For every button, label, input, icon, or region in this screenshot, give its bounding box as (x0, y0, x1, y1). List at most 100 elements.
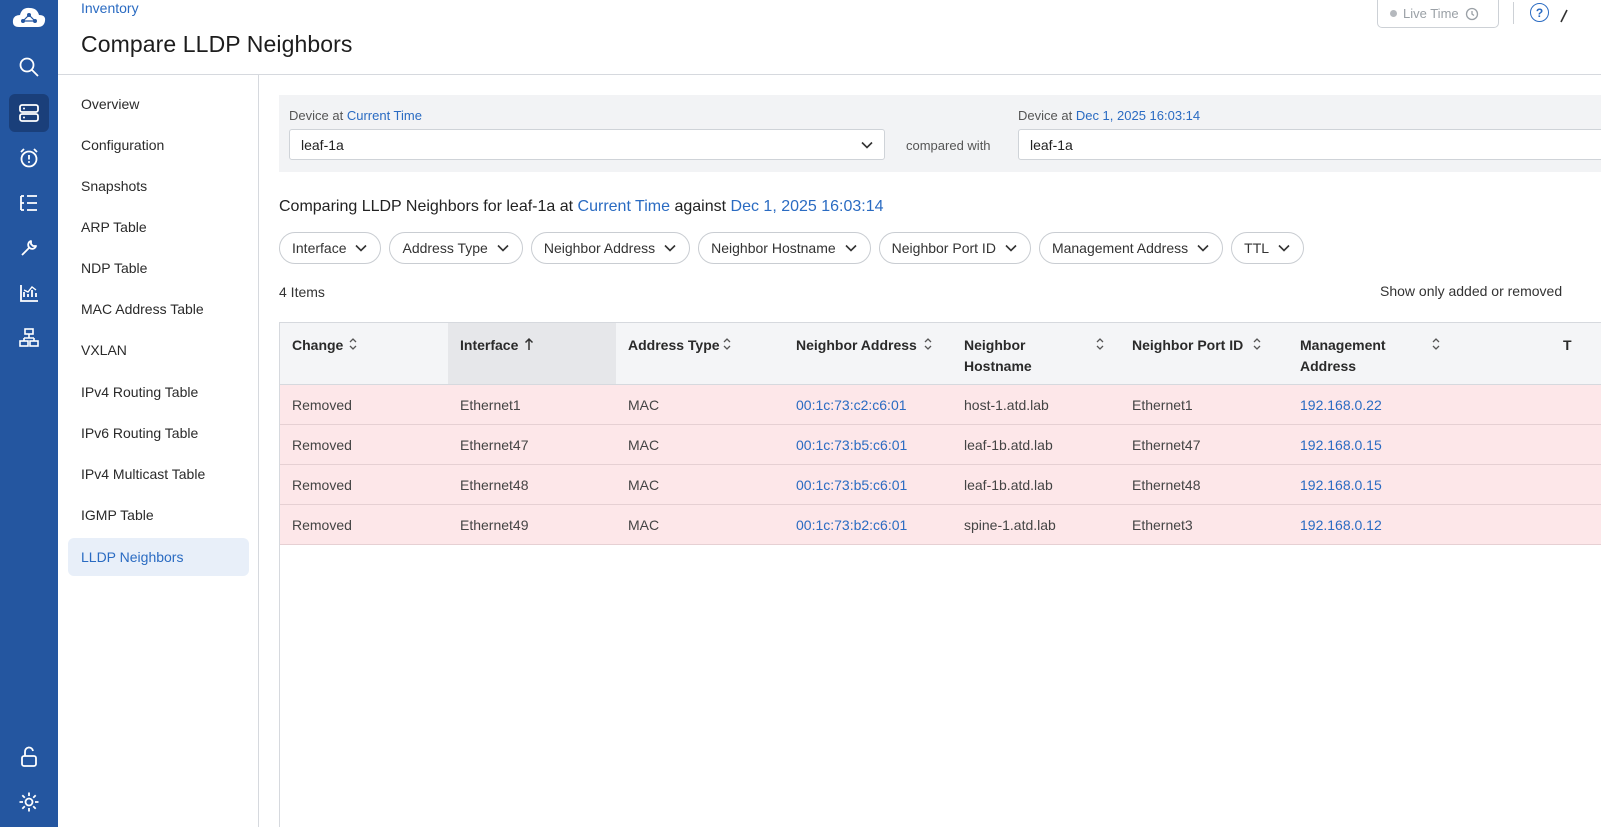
cell-port-id: Ethernet1 (1132, 396, 1193, 413)
cell-change: Removed (292, 476, 352, 493)
column-header-interface[interactable]: Interface (448, 323, 616, 384)
sidebar-item-overview[interactable]: Overview (68, 85, 249, 123)
comparison-middle: against (674, 198, 727, 215)
column-header-address-type[interactable]: Address Type (616, 323, 784, 384)
devices-icon[interactable] (9, 94, 49, 132)
column-header-neighbor-port-id[interactable]: Neighbor Port ID (1120, 323, 1288, 384)
cell-address-type: MAC (628, 476, 660, 493)
cell-hostname: leaf-1b.atd.lab (964, 436, 1053, 453)
filter-bar: Interface Address Type Neighbor Address … (279, 232, 1305, 265)
cloudvision-logo[interactable] (9, 3, 49, 33)
cell-interface: Ethernet47 (460, 436, 529, 453)
sort-icon (1096, 338, 1104, 350)
header-divider (1513, 2, 1514, 24)
main-content: Device at Current Time leaf-1a compared … (260, 76, 1601, 827)
sidebar-item-ndp-table[interactable]: NDP Table (68, 249, 249, 287)
sidebar-item-igmp-table[interactable]: IGMP Table (68, 496, 249, 534)
column-label: Neighbor Port ID (1132, 337, 1244, 353)
sort-icon (924, 338, 932, 350)
right-device-time-link[interactable]: Dec 1, 2025 16:03:14 (1076, 108, 1200, 123)
cell-address-type: MAC (628, 516, 660, 533)
cell-neighbor-address-link[interactable]: 00:1c:73:c2:c6:01 (784, 385, 907, 424)
comparison-right-time-link[interactable]: Dec 1, 2025 16:03:14 (731, 198, 884, 215)
comparison-prefix: Comparing LLDP Neighbors for leaf-1a at (279, 198, 574, 215)
cell-management-address-link[interactable]: 192.168.0.12 (1288, 505, 1382, 544)
cell-interface: Ethernet1 (460, 396, 521, 413)
sort-icon (1432, 338, 1440, 350)
account-icon[interactable] (1560, 8, 1568, 24)
wrench-icon[interactable] (9, 229, 49, 267)
cell-change: Removed (292, 516, 352, 533)
cell-interface: Ethernet48 (460, 476, 529, 493)
cell-port-id: Ethernet3 (1132, 516, 1193, 533)
live-time-label: Live Time (1403, 6, 1459, 21)
topology-icon[interactable] (9, 319, 49, 357)
status-dot-icon (1390, 10, 1397, 17)
filter-label: TTL (1244, 240, 1270, 256)
device-compare-panel: Device at Current Time leaf-1a compared … (279, 95, 1601, 172)
comparison-left-time-link[interactable]: Current Time (578, 198, 670, 215)
sidebar-item-mac-address-table[interactable]: MAC Address Table (68, 290, 249, 328)
column-header-change[interactable]: Change (280, 323, 448, 384)
cell-management-address-link[interactable]: 192.168.0.15 (1288, 465, 1382, 504)
sidebar-item-vxlan[interactable]: VXLAN (68, 331, 249, 369)
sidebar-item-ipv4-routing-table[interactable]: IPv4 Routing Table (68, 373, 249, 411)
chevron-down-icon (1278, 244, 1290, 252)
cell-neighbor-address-link[interactable]: 00:1c:73:b5:c6:01 (784, 425, 907, 464)
column-label: Neighbor Address (796, 337, 917, 353)
left-device-label: Device at Current Time (289, 108, 422, 123)
sidebar-item-ipv6-routing-table[interactable]: IPv6 Routing Table (68, 414, 249, 452)
cell-management-address-link[interactable]: 192.168.0.22 (1288, 385, 1382, 424)
clock-icon (1465, 7, 1478, 20)
column-header-neighbor-hostname[interactable]: Neighbor Hostname (952, 323, 1120, 384)
sidebar-item-lldp-neighbors[interactable]: LLDP Neighbors (68, 538, 249, 576)
settings-gear-icon[interactable] (9, 783, 49, 821)
left-device-select[interactable]: leaf-1a (289, 129, 885, 160)
cell-neighbor-address-link[interactable]: 00:1c:73:b2:c6:01 (784, 505, 907, 544)
table-row[interactable]: Removed Ethernet47 MAC 00:1c:73:b5:c6:01… (280, 425, 1601, 465)
table-row[interactable]: Removed Ethernet1 MAC 00:1c:73:c2:c6:01 … (280, 385, 1601, 425)
filter-label: Address Type (402, 240, 488, 256)
sidebar-item-configuration[interactable]: Configuration (68, 126, 249, 164)
filter-interface[interactable]: Interface (279, 232, 382, 264)
cell-address-type: MAC (628, 436, 660, 453)
cell-management-address-link[interactable]: 192.168.0.15 (1288, 425, 1382, 464)
column-header-ttl[interactable]: T (1551, 323, 1601, 384)
right-device-select[interactable]: leaf-1a (1018, 129, 1601, 160)
page-header: Inventory Compare LLDP Neighbors Live Ti… (58, 0, 1601, 75)
filter-management-address[interactable]: Management Address (1038, 232, 1224, 264)
filter-neighbor-hostname[interactable]: Neighbor Hostname (698, 232, 871, 264)
filter-address-type[interactable]: Address Type (389, 232, 523, 264)
left-device-time-link[interactable]: Current Time (347, 108, 422, 123)
live-time-button[interactable]: Live Time (1377, 0, 1499, 28)
column-header-neighbor-address[interactable]: Neighbor Address (784, 323, 952, 384)
sidebar-item-snapshots[interactable]: Snapshots (68, 167, 249, 205)
right-device-prefix: Device at (1018, 108, 1073, 123)
show-only-toggle[interactable]: Show only added or removed (1380, 283, 1562, 299)
chevron-down-icon (497, 244, 509, 252)
dashboard-chart-icon[interactable] (9, 274, 49, 312)
show-only-label: Show only added or removed (1380, 283, 1563, 299)
table-row[interactable]: Removed Ethernet48 MAC 00:1c:73:b5:c6:01… (280, 465, 1601, 505)
unlock-icon[interactable] (9, 738, 49, 776)
filter-neighbor-port-id[interactable]: Neighbor Port ID (878, 232, 1031, 264)
search-icon[interactable] (9, 48, 49, 86)
table-header: Change Interface Address Type Neighbor A… (280, 323, 1601, 385)
column-header-management-address[interactable]: Management Address (1288, 323, 1551, 384)
chevron-down-icon (1197, 244, 1209, 252)
filter-neighbor-address[interactable]: Neighbor Address (530, 232, 691, 264)
sidebar-item-arp-table[interactable]: ARP Table (68, 208, 249, 246)
filter-label: Interface (292, 240, 347, 256)
column-label: Interface (460, 337, 519, 353)
sidebar-item-ipv4-multicast-table[interactable]: IPv4 Multicast Table (68, 455, 249, 493)
alarm-icon[interactable] (9, 139, 49, 177)
sort-ascending-icon (524, 337, 534, 350)
cell-change: Removed (292, 396, 352, 413)
filter-ttl[interactable]: TTL (1231, 232, 1305, 264)
help-icon[interactable]: ? (1530, 3, 1549, 22)
filter-label: Management Address (1051, 240, 1189, 256)
table-row[interactable]: Removed Ethernet49 MAC 00:1c:73:b2:c6:01… (280, 505, 1601, 545)
cell-neighbor-address-link[interactable]: 00:1c:73:b5:c6:01 (784, 465, 907, 504)
breadcrumb-inventory[interactable]: Inventory (81, 0, 139, 16)
events-list-icon[interactable] (9, 184, 49, 222)
